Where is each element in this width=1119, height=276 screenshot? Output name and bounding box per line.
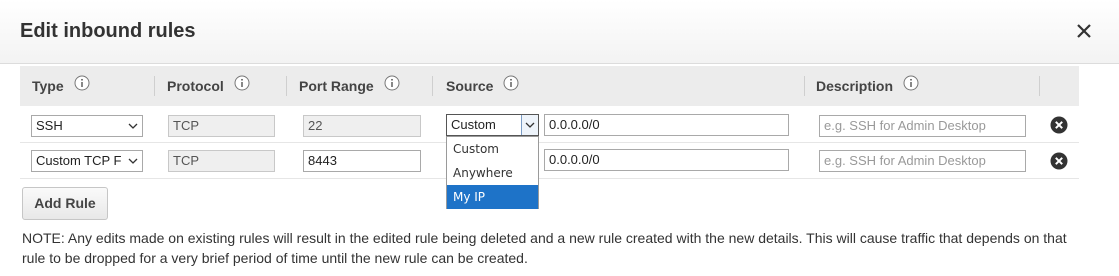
source-cidr-input[interactable]: 0.0.0.0/0 [544, 149, 789, 171]
chevron-down-icon [521, 115, 538, 135]
source-select-value: Custom [451, 117, 496, 132]
info-icon[interactable] [74, 66, 90, 106]
port-range-field: 22 [303, 115, 421, 137]
column-source: Source [446, 66, 519, 106]
description-input[interactable]: e.g. SSH for Admin Desktop [819, 150, 1026, 172]
column-divider [804, 76, 805, 96]
note-text: NOTE: Any edits made on existing rules w… [22, 230, 1067, 266]
column-source-label: Source [446, 78, 494, 94]
source-cidr-input[interactable]: 0.0.0.0/0 [544, 114, 789, 136]
column-type-label: Type [32, 78, 64, 94]
dialog-header: Edit inbound rules [0, 0, 1119, 64]
source-option-custom[interactable]: Custom [447, 137, 538, 161]
column-description: Description [816, 66, 919, 106]
column-divider [286, 76, 287, 96]
column-divider [432, 76, 433, 96]
chevron-down-icon [126, 116, 140, 136]
type-select[interactable]: SSH [31, 115, 143, 137]
protocol-field: TCP [168, 115, 275, 137]
source-option-my-ip[interactable]: My IP [447, 185, 538, 209]
description-input[interactable]: e.g. SSH for Admin Desktop [819, 115, 1026, 137]
protocol-field: TCP [168, 150, 275, 172]
close-icon[interactable] [1073, 20, 1095, 42]
column-divider [154, 76, 155, 96]
source-option-anywhere[interactable]: Anywhere [447, 161, 538, 185]
info-icon[interactable] [384, 66, 400, 106]
chevron-down-icon [126, 151, 140, 171]
dialog-title: Edit inbound rules [20, 20, 196, 42]
source-dropdown-menu: Custom Anywhere My IP [446, 136, 539, 209]
column-protocol: Protocol [167, 66, 250, 106]
column-port-range: Port Range [299, 66, 400, 106]
remove-rule-icon[interactable] [1050, 116, 1068, 134]
type-select-value: Custom TCP F [36, 153, 122, 168]
table-header: Type Protocol Port Range Source Descript… [20, 66, 1079, 106]
table-row: Custom TCP F TCP 8443 0.0.0.0/0 e.g. SSH… [20, 143, 1079, 179]
column-port-range-label: Port Range [299, 78, 374, 94]
info-icon[interactable] [503, 66, 519, 106]
column-type: Type [32, 66, 90, 106]
remove-rule-icon[interactable] [1050, 152, 1068, 170]
type-select[interactable]: Custom TCP F [31, 150, 143, 172]
add-rule-button[interactable]: Add Rule [22, 187, 108, 220]
info-icon[interactable] [234, 66, 250, 106]
port-range-input[interactable]: 8443 [303, 150, 421, 172]
source-select[interactable]: Custom [446, 114, 539, 136]
column-description-label: Description [816, 78, 894, 94]
info-icon[interactable] [903, 66, 919, 106]
column-divider [1039, 76, 1040, 96]
type-select-value: SSH [36, 118, 63, 133]
column-protocol-label: Protocol [167, 78, 224, 94]
table-row: SSH TCP 22 Custom 0.0.0.0/0 e.g. SSH for… [20, 107, 1079, 143]
